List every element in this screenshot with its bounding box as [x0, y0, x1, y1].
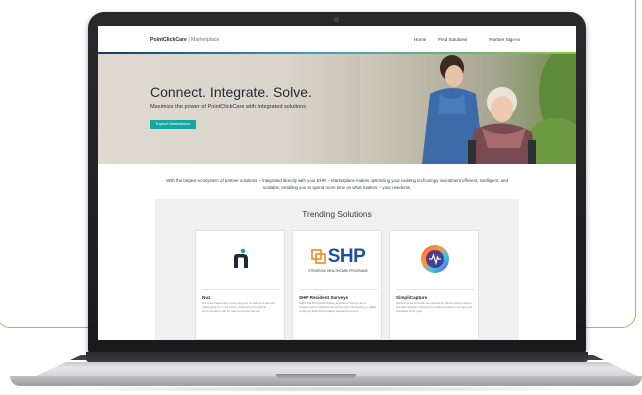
- card-title: SimpliCapture: [396, 295, 428, 300]
- site-header: PointClickCare | Marketplace Home Find S…: [98, 26, 576, 54]
- card-divider: [396, 289, 474, 290]
- laptop-screen: PointClickCare | Marketplace Home Find S…: [98, 26, 576, 340]
- brand-name: PointClickCare: [150, 37, 187, 43]
- shp-square-icon: [310, 248, 326, 264]
- nav-find-solutions[interactable]: Find Solutions: [438, 37, 467, 42]
- card-description: SHP's CAHPS Resident/Family Experience S…: [299, 302, 376, 313]
- laptop-hinge: [86, 352, 588, 362]
- hero-photo: [360, 54, 576, 164]
- shp-logo-text: SHP: [327, 245, 366, 267]
- hero-banner: Connect. Integrate. Solve. Maximize the …: [98, 54, 576, 164]
- main-nav: Home Find Solutions Partner Sign-in: [414, 37, 520, 42]
- trending-title: Trending Solutions: [302, 209, 372, 219]
- hero-title: Connect. Integrate. Solve.: [150, 84, 312, 100]
- simplicapture-logo-icon: [421, 245, 449, 273]
- floor-shadow: [24, 386, 626, 392]
- nuz-logo: [196, 231, 286, 287]
- solution-card-nuz[interactable]: Nuz Nuz is the easiest app to keep every…: [195, 230, 285, 340]
- card-divider: [202, 289, 280, 290]
- solution-card-shp[interactable]: SHP STRATEGIC HEALTHCARE PROGRAMS SHP Re…: [292, 230, 382, 340]
- card-divider: [299, 289, 377, 290]
- card-title: Nuz: [202, 295, 211, 300]
- nav-partner-signin[interactable]: Partner Sign-in: [489, 37, 520, 42]
- nav-home[interactable]: Home: [414, 37, 426, 42]
- solution-card-simplicapture[interactable]: SimpliCapture Discover powerful AI with …: [389, 230, 479, 340]
- simplicapture-logo: [390, 231, 480, 287]
- card-description: Nuz is the easiest app to keep everyone …: [202, 302, 276, 313]
- explore-marketplace-button[interactable]: Explore Marketplace: [150, 120, 196, 129]
- card-title: SHP Resident Surveys: [299, 295, 349, 300]
- intro-paragraph: With the largest ecosystem of partner so…: [166, 178, 508, 190]
- brand-sub: | Marketplace: [186, 37, 220, 43]
- shp-logo-caption: STRATEGIC HEALTHCARE PROGRAMS: [308, 268, 368, 273]
- shp-logo: SHP STRATEGIC HEALTHCARE PROGRAMS: [293, 231, 383, 287]
- hero-subtitle: Maximize the power of PointClickCare wit…: [150, 104, 307, 110]
- brand-logo[interactable]: PointClickCare | Marketplace: [150, 37, 219, 43]
- webcam-icon: [334, 17, 339, 22]
- card-description: Discover powerful AI with time-savings f…: [396, 302, 472, 313]
- nuz-logo-icon: [234, 248, 248, 268]
- laptop-opening-notch: [276, 374, 356, 379]
- trending-solutions-panel: Trending Solutions Nuz Nuz is the easies…: [155, 199, 519, 340]
